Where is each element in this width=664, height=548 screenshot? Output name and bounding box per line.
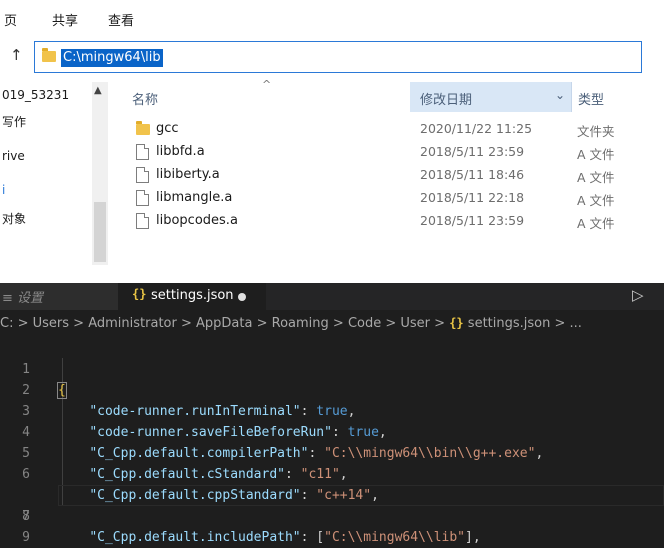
- scrollbar-thumb[interactable]: [94, 202, 106, 262]
- breadcrumb-item[interactable]: AppData: [196, 316, 252, 331]
- address-bar[interactable]: C:\mingw64\lib: [34, 41, 642, 73]
- tab-settings-ui[interactable]: ≡ 设置: [0, 283, 118, 310]
- breadcrumb-item[interactable]: Administrator: [88, 316, 177, 331]
- file-type: 文件夹: [577, 124, 615, 139]
- tab-settings-json[interactable]: {} settings.json: [118, 283, 266, 310]
- json-punct: ],: [465, 530, 481, 545]
- json-value: "C:\\mingw64\\lib": [324, 530, 466, 545]
- file-row[interactable]: libopcodes.a 2018/5/11 23:59 A 文件: [130, 210, 660, 232]
- code-line-current[interactable]: 7 "C_Cpp.default.includePath": ["C:\\min…: [0, 464, 664, 545]
- folder-icon: [136, 121, 150, 135]
- file-date: 2018/5/11 23:59: [420, 144, 525, 159]
- column-header-type[interactable]: 类型: [578, 89, 604, 108]
- breadcrumb: C: > Users > Administrator > AppData > R…: [0, 316, 582, 331]
- json-braces-icon: {}: [132, 287, 147, 301]
- code-editor[interactable]: 1 { 2 "code-runner.runInTerminal": true,…: [0, 338, 664, 548]
- file-name: libiberty.a: [156, 167, 220, 182]
- code-line[interactable]: 1 {: [0, 338, 664, 399]
- file-type: A 文件: [577, 216, 615, 231]
- code-line[interactable]: 5 "C_Cpp.default.cStandard": "c11",: [0, 422, 664, 482]
- column-header-name[interactable]: 名称: [132, 89, 158, 108]
- file-name: gcc: [156, 121, 179, 136]
- file-date: 2020/11/22 11:25: [420, 121, 533, 136]
- run-icon[interactable]: ▷: [632, 286, 644, 304]
- nav-item[interactable]: i: [2, 183, 5, 197]
- unsaved-dot-icon[interactable]: [238, 293, 246, 301]
- sort-caret-icon: ^: [262, 78, 272, 91]
- json-braces-icon: {}: [449, 316, 464, 330]
- code-line[interactable]: 4 "C_Cpp.default.compilerPath": "C:\\min…: [0, 401, 664, 461]
- breadcrumb-item[interactable]: C:: [0, 316, 13, 331]
- up-arrow-icon[interactable]: ↑: [10, 46, 23, 64]
- chevron-down-icon[interactable]: ⌄: [555, 88, 565, 102]
- line-number: 9: [22, 530, 30, 545]
- file-name: libopcodes.a: [156, 213, 238, 228]
- file-type: A 文件: [577, 170, 615, 185]
- json-key: "C_Cpp.default.includePath": [89, 530, 301, 545]
- nav-item[interactable]: rive: [2, 149, 25, 163]
- address-text[interactable]: C:\mingw64\lib: [61, 49, 163, 67]
- file-icon: [136, 213, 149, 229]
- file-name: libmangle.a: [156, 190, 233, 205]
- file-row[interactable]: libbfd.a 2018/5/11 23:59 A 文件: [130, 141, 660, 163]
- nav-scrollbar[interactable]: ▲: [92, 82, 108, 265]
- code-line[interactable]: 3 "code-runner.saveFileBeforeRun": true,: [0, 380, 664, 440]
- file-row[interactable]: libiberty.a 2018/5/11 18:46 A 文件: [130, 164, 660, 186]
- file-date: 2018/5/11 18:46: [420, 167, 525, 182]
- file-row[interactable]: libmangle.a 2018/5/11 22:18 A 文件: [130, 187, 660, 209]
- breadcrumb-item[interactable]: settings.json: [468, 316, 551, 331]
- ribbon-tab-share[interactable]: 共享: [52, 10, 78, 29]
- file-icon: [136, 190, 149, 206]
- tab-settings-json-label: settings.json: [151, 288, 234, 303]
- code-line[interactable]: 6 "C_Cpp.default.cppStandard": "c++14",: [0, 443, 664, 503]
- breadcrumb-item[interactable]: Users: [33, 316, 69, 331]
- file-icon: [136, 167, 149, 183]
- breadcrumb-item[interactable]: Roaming: [272, 316, 329, 331]
- nav-item[interactable]: 019_53231: [2, 88, 69, 102]
- file-explorer-window: 页 共享 查看 ↑ C:\mingw64\lib 019_53231 写作 ri…: [0, 0, 664, 270]
- file-name: libbfd.a: [156, 144, 205, 159]
- breadcrumb-item[interactable]: User: [400, 316, 430, 331]
- column-header-date[interactable]: 修改日期 ⌄: [410, 82, 572, 112]
- editor-tab-bar: ≡ 设置 {} settings.json ▷: [0, 283, 664, 310]
- ribbon-tab-view[interactable]: 查看: [108, 10, 134, 29]
- file-type: A 文件: [577, 147, 615, 162]
- file-icon: [136, 144, 149, 160]
- file-date: 2018/5/11 22:18: [420, 190, 525, 205]
- file-date: 2018/5/11 23:59: [420, 213, 525, 228]
- code-line[interactable]: 9 }: [0, 506, 664, 545]
- code-line[interactable]: 8: [0, 485, 664, 524]
- ribbon-tab-home[interactable]: 页: [4, 10, 17, 29]
- nav-item[interactable]: 写作: [2, 113, 26, 130]
- breadcrumb-item[interactable]: ...: [570, 316, 582, 331]
- json-open-bracket: [: [316, 530, 325, 545]
- tab-settings-ui-label: ≡ 设置: [2, 291, 44, 306]
- folder-icon: [42, 48, 56, 62]
- file-type: A 文件: [577, 193, 615, 208]
- vscode-editor-window: ≡ 设置 {} settings.json ▷ C: > Users > Adm…: [0, 283, 664, 548]
- code-line[interactable]: 2 "code-runner.runInTerminal": true,: [0, 359, 664, 419]
- nav-item[interactable]: 对象: [2, 210, 26, 227]
- scroll-up-icon[interactable]: ▲: [94, 85, 102, 96]
- file-row[interactable]: gcc 2020/11/22 11:25 文件夹: [130, 118, 660, 140]
- column-header-date-label: 修改日期: [420, 93, 473, 108]
- breadcrumb-item[interactable]: Code: [348, 316, 381, 331]
